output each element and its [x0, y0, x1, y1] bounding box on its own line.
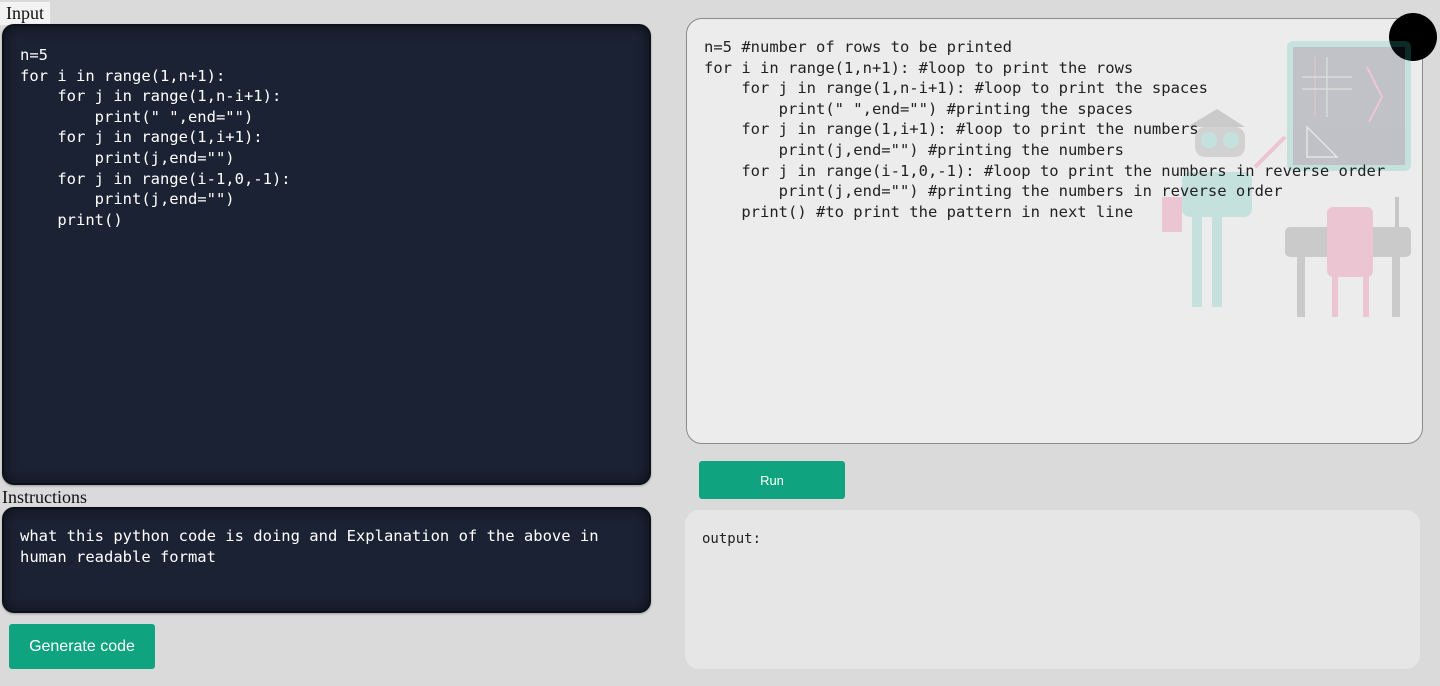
generated-code-text: n=5 #number of rows to be printed for i … [704, 38, 1386, 221]
run-button[interactable]: Run [699, 461, 845, 499]
instructions-label: Instructions [2, 487, 87, 507]
output-label: output: [702, 531, 762, 547]
generate-code-button[interactable]: Generate code [9, 624, 155, 669]
generated-code-panel[interactable]: n=5 #number of rows to be printed for i … [686, 18, 1423, 444]
instructions-input[interactable]: what this python code is doing and Expla… [2, 507, 651, 613]
code-input-editor[interactable]: n=5 for i in range(1,n+1): for j in rang… [2, 24, 651, 485]
input-label: Input [0, 2, 50, 25]
output-panel: output: [685, 510, 1420, 669]
